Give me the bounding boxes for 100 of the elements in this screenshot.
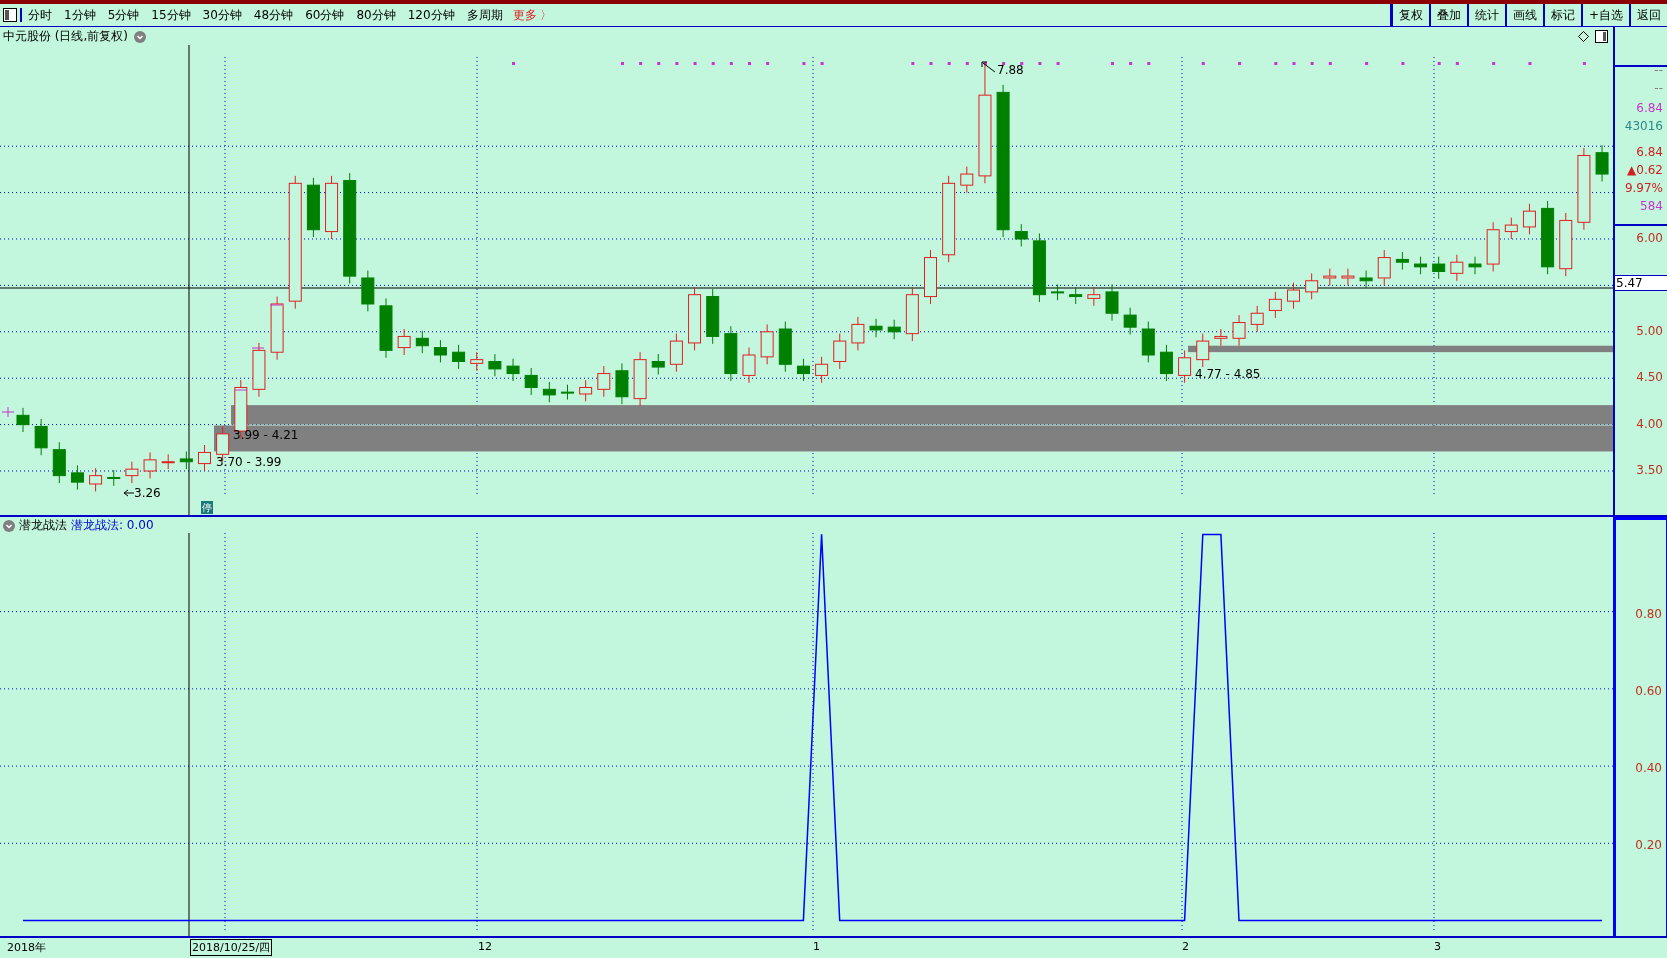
quote-value: -- bbox=[1654, 63, 1663, 77]
candle bbox=[778, 321, 792, 373]
price-tick-mark bbox=[269, 304, 283, 306]
toolbar-button[interactable]: 画线 bbox=[1506, 4, 1545, 26]
cross-marker-icon bbox=[1, 406, 15, 418]
date-label: 1 bbox=[813, 940, 820, 953]
candle bbox=[869, 318, 883, 338]
price-label: 4.77 - 4.85 bbox=[1195, 367, 1261, 381]
candle bbox=[833, 333, 847, 370]
candle bbox=[960, 166, 974, 194]
candle bbox=[924, 249, 937, 305]
quote-value: 584 bbox=[1640, 199, 1663, 213]
quote-value: -- bbox=[1654, 81, 1663, 95]
toolbar-button[interactable]: +自选 bbox=[1582, 4, 1631, 26]
candle bbox=[179, 451, 193, 470]
axis-label: 4.50 bbox=[1636, 370, 1663, 385]
toolbar-button[interactable]: 叠加 bbox=[1430, 4, 1469, 26]
candle bbox=[1595, 144, 1609, 182]
price-label: 3.70 - 3.99 bbox=[216, 455, 282, 469]
dropdown-icon[interactable] bbox=[3, 519, 15, 532]
dropdown-icon[interactable] bbox=[134, 30, 146, 43]
candle bbox=[470, 351, 484, 372]
period-tab[interactable]: 80分钟 bbox=[350, 4, 402, 26]
arrow-icon bbox=[123, 489, 135, 497]
candle bbox=[742, 347, 756, 384]
quote-value: 6.84 bbox=[1636, 145, 1663, 159]
indicator-value: 潜龙战法: 0.00 bbox=[71, 517, 154, 534]
toolbar-button[interactable]: 复权 bbox=[1392, 4, 1431, 26]
period-tab[interactable]: 5分钟 bbox=[101, 4, 146, 26]
candle bbox=[34, 418, 48, 456]
period-tab[interactable]: 30分钟 bbox=[196, 4, 248, 26]
axis-label: 0.40 bbox=[1635, 761, 1662, 776]
candle bbox=[815, 356, 829, 384]
candle bbox=[361, 270, 375, 312]
price-label: 3.26 bbox=[134, 486, 161, 500]
candle bbox=[1051, 283, 1065, 301]
toolbar-button[interactable]: 标记 bbox=[1544, 4, 1583, 26]
candle bbox=[1214, 328, 1228, 347]
candle bbox=[1069, 286, 1083, 305]
layout-toggle-icon[interactable] bbox=[0, 8, 22, 22]
price-tick-mark bbox=[234, 389, 248, 391]
date-label: 2 bbox=[1182, 940, 1189, 953]
candle bbox=[52, 441, 66, 484]
date-label: 2018年 bbox=[7, 940, 46, 955]
quote-value: 9.97% bbox=[1624, 181, 1663, 195]
candle bbox=[125, 461, 139, 484]
candle bbox=[1323, 268, 1337, 286]
candle bbox=[506, 358, 520, 382]
period-tab[interactable]: 分时 bbox=[22, 4, 58, 26]
toolbar-button[interactable]: 统计 bbox=[1468, 4, 1507, 26]
period-tab[interactable]: 多周期 bbox=[460, 4, 509, 26]
panel-toggle-icon[interactable] bbox=[1595, 30, 1608, 43]
candle bbox=[89, 467, 103, 492]
candle bbox=[615, 362, 629, 405]
candle bbox=[1268, 291, 1282, 319]
period-tab[interactable]: 15分钟 bbox=[145, 4, 197, 26]
candle bbox=[1159, 344, 1173, 382]
more-link[interactable]: 更多 〉 bbox=[508, 4, 557, 26]
axis-label: 0.80 bbox=[1635, 606, 1662, 621]
chart-title: 中元股份 (日线,前复权) bbox=[3, 28, 128, 45]
period-tab[interactable]: 48分钟 bbox=[247, 4, 300, 26]
candle bbox=[325, 175, 339, 240]
axis-label: 0.20 bbox=[1635, 838, 1662, 853]
candle bbox=[1032, 232, 1046, 303]
candle bbox=[542, 381, 556, 403]
date-label: 3 bbox=[1434, 940, 1441, 953]
candle bbox=[1414, 256, 1428, 275]
candle bbox=[1359, 270, 1373, 289]
date-label: 2018/10/25/四 bbox=[190, 939, 273, 956]
candle bbox=[198, 444, 211, 472]
candle bbox=[452, 344, 466, 370]
axis-label: 4.00 bbox=[1636, 416, 1663, 431]
candle bbox=[1087, 286, 1101, 307]
candle bbox=[579, 379, 593, 402]
candle bbox=[1141, 321, 1155, 363]
candle bbox=[651, 353, 665, 375]
candle bbox=[70, 464, 84, 491]
candle bbox=[1250, 305, 1264, 333]
candle bbox=[397, 328, 411, 356]
candle bbox=[905, 286, 919, 342]
toolbar-button[interactable]: 返回 bbox=[1631, 4, 1667, 26]
period-tab[interactable]: 60分钟 bbox=[299, 4, 351, 26]
period-tab[interactable]: 120分钟 bbox=[401, 4, 461, 26]
price-label: 7.88 bbox=[997, 63, 1024, 77]
cursor-price: 5.47 bbox=[1615, 275, 1667, 291]
candle bbox=[306, 177, 320, 238]
candle bbox=[887, 319, 901, 340]
period-tab[interactable]: 1分钟 bbox=[58, 4, 102, 26]
candle bbox=[1432, 256, 1446, 280]
axis-label: 6.00 bbox=[1636, 231, 1663, 245]
candle bbox=[851, 316, 865, 351]
candle bbox=[270, 296, 284, 361]
diamond-icon[interactable] bbox=[1578, 31, 1589, 42]
candle bbox=[143, 451, 157, 479]
candle bbox=[433, 339, 447, 363]
candle bbox=[796, 358, 810, 382]
axis-label: 3.50 bbox=[1636, 463, 1663, 477]
candle bbox=[561, 384, 574, 401]
candle bbox=[1105, 283, 1119, 322]
candle bbox=[706, 288, 720, 345]
